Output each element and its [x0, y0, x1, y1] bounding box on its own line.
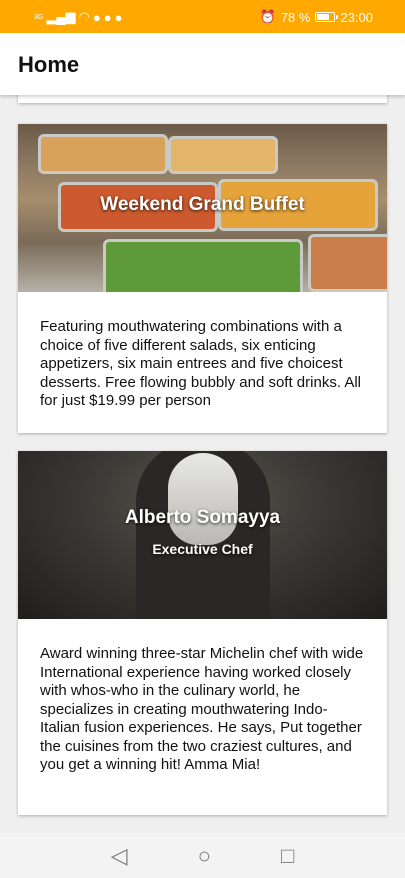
alarm-icon: ⏰ — [259, 9, 276, 24]
home-icon[interactable]: ○ — [198, 843, 211, 869]
status-bar: 3G ▂▄▆ ◠ ● ● ● ⏰ 78 % 23:00 — [0, 0, 405, 33]
clock: 23:00 — [340, 9, 373, 25]
wifi-icon: ◠ — [78, 9, 90, 24]
food-pan — [103, 239, 303, 292]
app-icon-a: ● — [92, 9, 101, 25]
recents-icon[interactable]: □ — [281, 843, 294, 869]
card-title: Alberto Somayya — [124, 507, 281, 528]
card-list[interactable]: Weekend Grand Buffet Featuring mouthwate… — [0, 95, 405, 833]
card-description: Featuring mouthwatering combinations wit… — [40, 318, 361, 409]
signal-icon: ▂▄▆ — [46, 9, 76, 24]
battery-percent: 78 % — [280, 9, 311, 25]
chef-mask — [168, 453, 238, 545]
card-chef[interactable]: Alberto Somayya Executive Chef Award win… — [18, 451, 387, 815]
card-title: Weekend Grand Buffet — [100, 194, 305, 215]
app-bar: Home — [0, 33, 405, 95]
network-type: 3G — [34, 13, 44, 21]
card-previous[interactable] — [18, 95, 387, 103]
food-pan — [308, 234, 387, 292]
card-buffet[interactable]: Weekend Grand Buffet Featuring mouthwate… — [18, 124, 387, 433]
card-subtitle: Executive Chef — [152, 541, 253, 557]
back-icon[interactable]: ◁ — [111, 843, 128, 869]
status-right: ⏰ 78 % 23:00 — [260, 9, 373, 25]
app-icon-b: ● — [103, 9, 112, 25]
buffet-food-image: Weekend Grand Buffet — [18, 124, 387, 292]
battery-icon — [315, 12, 339, 22]
battery-level — [317, 14, 330, 20]
app-icon-c: ● — [114, 9, 123, 25]
food-pan — [168, 136, 278, 174]
page-title: Home — [18, 52, 80, 77]
navigation-bar: ◁ ○ □ — [0, 833, 405, 878]
food-pan — [38, 134, 168, 174]
chef-portrait-image: Alberto Somayya Executive Chef — [18, 451, 387, 619]
card-description: Award winning three-star Michelin chef w… — [40, 645, 364, 773]
status-left-icons: 3G ▂▄▆ ◠ ● ● ● — [34, 9, 122, 25]
